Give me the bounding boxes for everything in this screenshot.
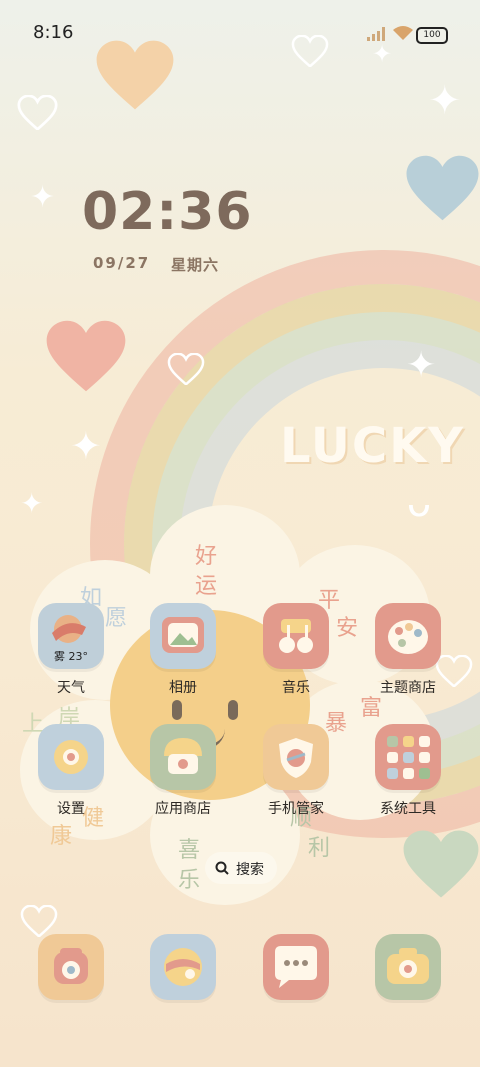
home-screen: ✦ ✦ ✦ ✦ ✦ ✦ ✦ LUCKY ᴗ 好 运 平 安 暴 富 顺 利 bbox=[0, 0, 480, 1067]
heart-decoration bbox=[406, 155, 479, 221]
dock-messages[interactable] bbox=[247, 934, 345, 1004]
app-label: 应用商店 bbox=[155, 801, 211, 817]
clock-date: 09/27 bbox=[93, 254, 151, 272]
dock-camera[interactable] bbox=[359, 934, 457, 1004]
app-phone-manager[interactable]: 手机管家 bbox=[247, 724, 345, 834]
heart-decoration bbox=[96, 40, 174, 110]
weather-icon: 雾 23° bbox=[38, 603, 104, 669]
app-app-store[interactable]: 应用商店 bbox=[134, 724, 232, 834]
app-label: 设置 bbox=[57, 801, 85, 817]
flower-text: 乐 bbox=[178, 868, 201, 893]
heart-decoration bbox=[403, 830, 479, 898]
search-label: 搜索 bbox=[236, 862, 264, 878]
flower-text: 运 bbox=[195, 574, 218, 599]
messages-icon bbox=[263, 934, 329, 1000]
flower-text: 好 bbox=[195, 544, 218, 569]
app-label: 系统工具 bbox=[380, 801, 436, 817]
app-theme-store[interactable]: 主题商店 bbox=[359, 603, 457, 713]
clock-time: 02:36 bbox=[82, 182, 253, 242]
app-label: 天气 bbox=[57, 680, 85, 696]
heart-outline-decoration bbox=[20, 905, 58, 937]
lucky-text: LUCKY bbox=[280, 418, 466, 474]
flower-text: 利 bbox=[308, 836, 331, 861]
gallery-icon bbox=[150, 603, 216, 669]
system-tools-icon bbox=[375, 724, 441, 790]
sparkle-decoration: ✦ bbox=[406, 345, 437, 386]
search-button[interactable]: 搜索 bbox=[205, 852, 277, 884]
signal-icon bbox=[367, 27, 385, 41]
battery-icon: 100 bbox=[416, 27, 448, 44]
heart-outline-decoration bbox=[167, 353, 205, 385]
phone-icon bbox=[38, 934, 104, 1000]
smiley-decoration: ᴗ bbox=[406, 480, 432, 526]
app-music[interactable]: 音乐 bbox=[247, 603, 345, 713]
camera-icon bbox=[375, 934, 441, 1000]
wifi-icon bbox=[393, 26, 413, 40]
weather-badge: 雾 23° bbox=[54, 650, 88, 663]
app-label: 主题商店 bbox=[380, 680, 436, 696]
sparkle-decoration: ✦ bbox=[30, 180, 56, 215]
status-time: 8:16 bbox=[33, 22, 74, 43]
sparkle-decoration: ✦ bbox=[428, 78, 462, 124]
theme-store-icon bbox=[375, 603, 441, 669]
app-settings[interactable]: 设置 bbox=[22, 724, 120, 834]
clock-weekday: 星期六 bbox=[171, 256, 220, 274]
dock-phone[interactable] bbox=[22, 934, 120, 1004]
sparkle-decoration: ✦ bbox=[70, 424, 102, 468]
settings-icon bbox=[38, 724, 104, 790]
dock-browser[interactable] bbox=[134, 934, 232, 1004]
app-label: 相册 bbox=[169, 680, 197, 696]
app-system-tools[interactable]: 系统工具 bbox=[359, 724, 457, 834]
app-store-icon bbox=[150, 724, 216, 790]
music-icon bbox=[263, 603, 329, 669]
flower-text: 喜 bbox=[178, 838, 201, 863]
app-gallery[interactable]: 相册 bbox=[134, 603, 232, 713]
sparkle-decoration: ✦ bbox=[372, 40, 393, 68]
app-weather[interactable]: 雾 23° 天气 bbox=[22, 603, 120, 713]
heart-outline-decoration bbox=[291, 35, 329, 67]
browser-icon bbox=[150, 934, 216, 1000]
heart-decoration bbox=[46, 320, 126, 392]
search-icon bbox=[215, 861, 229, 875]
heart-outline-decoration bbox=[17, 95, 58, 130]
phone-manager-icon bbox=[263, 724, 329, 790]
battery-level: 100 bbox=[423, 30, 441, 40]
sparkle-decoration: ✦ bbox=[20, 487, 44, 520]
app-label: 手机管家 bbox=[268, 801, 324, 817]
app-label: 音乐 bbox=[282, 680, 310, 696]
